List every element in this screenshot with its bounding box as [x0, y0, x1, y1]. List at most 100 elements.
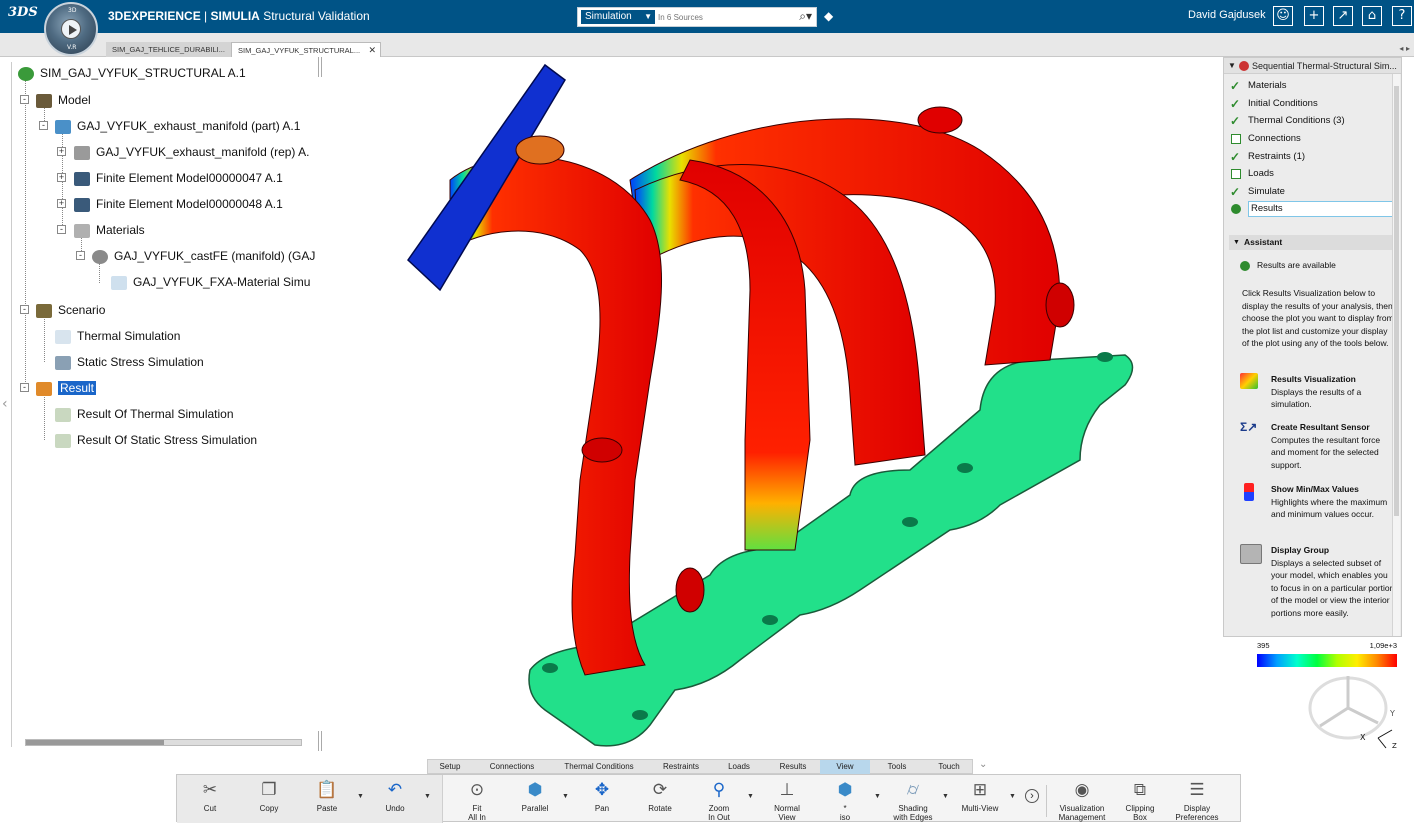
button-label: Fit [472, 804, 482, 813]
multi-view-button[interactable]: ⊞ Multi-View [955, 777, 1005, 813]
chevron-down-icon[interactable]: ▼ [942, 793, 949, 800]
compass-triad[interactable]: Y X Z [1300, 668, 1400, 753]
tree-item-result[interactable]: Result [36, 380, 97, 396]
tab-restraints[interactable]: Restraints [655, 760, 707, 774]
assistant-header[interactable]: ▼ Assistant [1229, 235, 1399, 250]
tab-vyfuk[interactable]: SIM_GAJ_VYFUK_STRUCTURAL... ✕ [231, 42, 381, 57]
search-input[interactable] [658, 10, 788, 25]
step-simulate[interactable]: ✓ Simulate [1230, 184, 1395, 200]
fit-all-in-button[interactable]: ⊙ Fit All In [452, 777, 502, 822]
tree-item-fem47[interactable]: Finite Element Model00000047 A.1 [74, 170, 283, 186]
tool-display-group[interactable]: Display Group Displays a selected subset … [1240, 544, 1395, 619]
help-icon[interactable]: ? [1392, 6, 1412, 26]
panel-scrollbar[interactable] [1392, 74, 1400, 636]
collapse-icon[interactable]: - [39, 121, 48, 130]
normal-view-button[interactable]: ⊥ Normal View [762, 777, 812, 822]
chevron-down-icon[interactable]: ▼ [424, 793, 431, 800]
shading-button[interactable]: ⌭ Shading with Edges [888, 777, 938, 822]
zoom-button[interactable]: ⚲ Zoom In Out [694, 777, 744, 822]
copy-button[interactable]: ❐ Copy [244, 777, 294, 813]
tree-item-thermal[interactable]: Thermal Simulation [55, 328, 180, 344]
tree-item-rep[interactable]: GAJ_VYFUK_exhaust_manifold (rep) A. [74, 144, 309, 160]
compass-icon[interactable]: 3D V.R [44, 2, 98, 56]
pan-button[interactable]: ✥ Pan [577, 777, 627, 813]
thermal-simulation-icon [55, 329, 71, 344]
step-thermal-conditions[interactable]: ✓ Thermal Conditions (3) [1230, 113, 1395, 129]
visualization-management-button[interactable]: ◉ Visualization Management [1056, 777, 1108, 822]
collapse-icon[interactable]: - [20, 383, 29, 392]
tab-view[interactable]: View [820, 760, 870, 774]
tab-tehlice[interactable]: SIM_GAJ_TEHLICE_DURABILI... [106, 42, 231, 57]
tool-results-visualization[interactable]: Results Visualization Displays the result… [1240, 373, 1395, 411]
tree-item-result-static[interactable]: Result Of Static Stress Simulation [55, 432, 257, 448]
scrollbar-thumb[interactable] [26, 740, 164, 745]
step-materials[interactable]: ✓ Materials [1230, 78, 1395, 94]
tag-icon[interactable]: ◆ [824, 9, 833, 23]
chevron-down-icon[interactable]: ▼ [747, 793, 754, 800]
collapse-triangle-icon[interactable]: ▼ [1233, 235, 1240, 250]
tree-item-scenario[interactable]: Scenario [36, 302, 105, 318]
collapse-icon[interactable]: - [20, 305, 29, 314]
tree-item-materials[interactable]: Materials [74, 222, 145, 238]
collapse-icon[interactable]: - [57, 225, 66, 234]
chevron-down-icon[interactable]: ⌄ [979, 759, 987, 770]
tab-results[interactable]: Results [771, 760, 815, 774]
user-name[interactable]: David Gajdusek [1188, 9, 1266, 21]
collapse-triangle-icon[interactable]: ▼ [1228, 58, 1236, 73]
tool-show-min-max[interactable]: Show Min/Max Values Highlights where the … [1240, 483, 1395, 521]
chevron-down-icon[interactable]: ▼ [562, 793, 569, 800]
close-icon[interactable]: ✕ [368, 43, 376, 58]
tree-item-static[interactable]: Static Stress Simulation [55, 354, 204, 370]
play-icon[interactable] [61, 19, 81, 39]
tab-connections[interactable]: Connections [482, 760, 542, 774]
scrollbar-thumb[interactable] [1394, 86, 1399, 516]
collapse-icon[interactable]: - [20, 95, 29, 104]
step-connections[interactable]: Connections [1230, 131, 1395, 147]
expand-icon[interactable]: + [57, 147, 66, 156]
tree-item-part[interactable]: GAJ_VYFUK_exhaust_manifold (part) A.1 [55, 118, 300, 134]
user-avatar-icon[interactable]: ☺ [1273, 6, 1293, 26]
expand-icon[interactable]: + [57, 199, 66, 208]
tree-root[interactable]: SIM_GAJ_VYFUK_STRUCTURAL A.1 [18, 65, 246, 81]
paste-button[interactable]: 📋 Paste [302, 777, 352, 813]
chevron-down-icon[interactable]: ▼ [1009, 793, 1016, 800]
step-results[interactable]: Results [1230, 201, 1398, 217]
panel-header[interactable]: ▼ Sequential Thermal-Structural Sim... [1224, 58, 1401, 74]
add-icon[interactable]: + [1304, 6, 1324, 26]
chevron-down-icon[interactable]: ▼ [357, 793, 364, 800]
step-initial-conditions[interactable]: ✓ Initial Conditions [1230, 96, 1395, 112]
search-icon[interactable]: ⌕▾ [799, 9, 812, 24]
tab-setup[interactable]: Setup [428, 760, 472, 774]
search-scope-dropdown[interactable]: Simulation ▼ [581, 10, 655, 24]
tab-tools[interactable]: Tools [874, 760, 920, 774]
iso-view-button[interactable]: ⬢ * iso [820, 777, 870, 822]
tab-scroll-arrows-icon[interactable]: ◂ ▸ [1399, 44, 1410, 53]
rotate-button[interactable]: ⟳ Rotate [635, 777, 685, 813]
cut-button[interactable]: ✂ Cut [185, 777, 235, 813]
tree-item-fxa[interactable]: GAJ_VYFUK_FXA-Material Simu [111, 274, 310, 290]
chevron-down-icon[interactable]: ▼ [874, 793, 881, 800]
share-icon[interactable]: ↗ [1333, 6, 1353, 26]
more-arrow-icon[interactable]: › [1025, 789, 1039, 803]
clipping-box-button[interactable]: ⧉ Clipping Box [1115, 777, 1165, 822]
tab-thermal-conditions[interactable]: Thermal Conditions [558, 760, 640, 774]
expand-icon[interactable]: + [57, 173, 66, 182]
display-preferences-button[interactable]: ☰ Display Preferences [1172, 777, 1222, 822]
tree-item-result-thermal[interactable]: Result Of Thermal Simulation [55, 406, 234, 422]
step-loads[interactable]: Loads [1230, 166, 1395, 182]
tree-horizontal-scrollbar[interactable] [25, 739, 302, 746]
3ds-logo-icon[interactable]: 3DS [8, 5, 38, 27]
tab-touch[interactable]: Touch [927, 760, 971, 774]
tab-loads[interactable]: Loads [719, 760, 759, 774]
tree-item-model[interactable]: Model [36, 92, 91, 108]
tree-item-fem48[interactable]: Finite Element Model00000048 A.1 [74, 196, 283, 212]
collapse-icon[interactable]: - [76, 251, 85, 260]
undo-button[interactable]: ↶ Undo [370, 777, 420, 813]
step-restraints[interactable]: ✓ Restraints (1) [1230, 149, 1395, 165]
home-icon[interactable]: ⌂ [1362, 6, 1382, 26]
parallel-button[interactable]: ⬢ Parallel [510, 777, 560, 813]
tree-item-castfe[interactable]: GAJ_VYFUK_castFE (manifold) (GAJ [92, 248, 315, 264]
result-viewport[interactable] [380, 60, 1200, 760]
tool-create-resultant-sensor[interactable]: Σ↗ Create Resultant Sensor Computes the re… [1240, 421, 1395, 471]
button-label: Undo [385, 804, 405, 813]
